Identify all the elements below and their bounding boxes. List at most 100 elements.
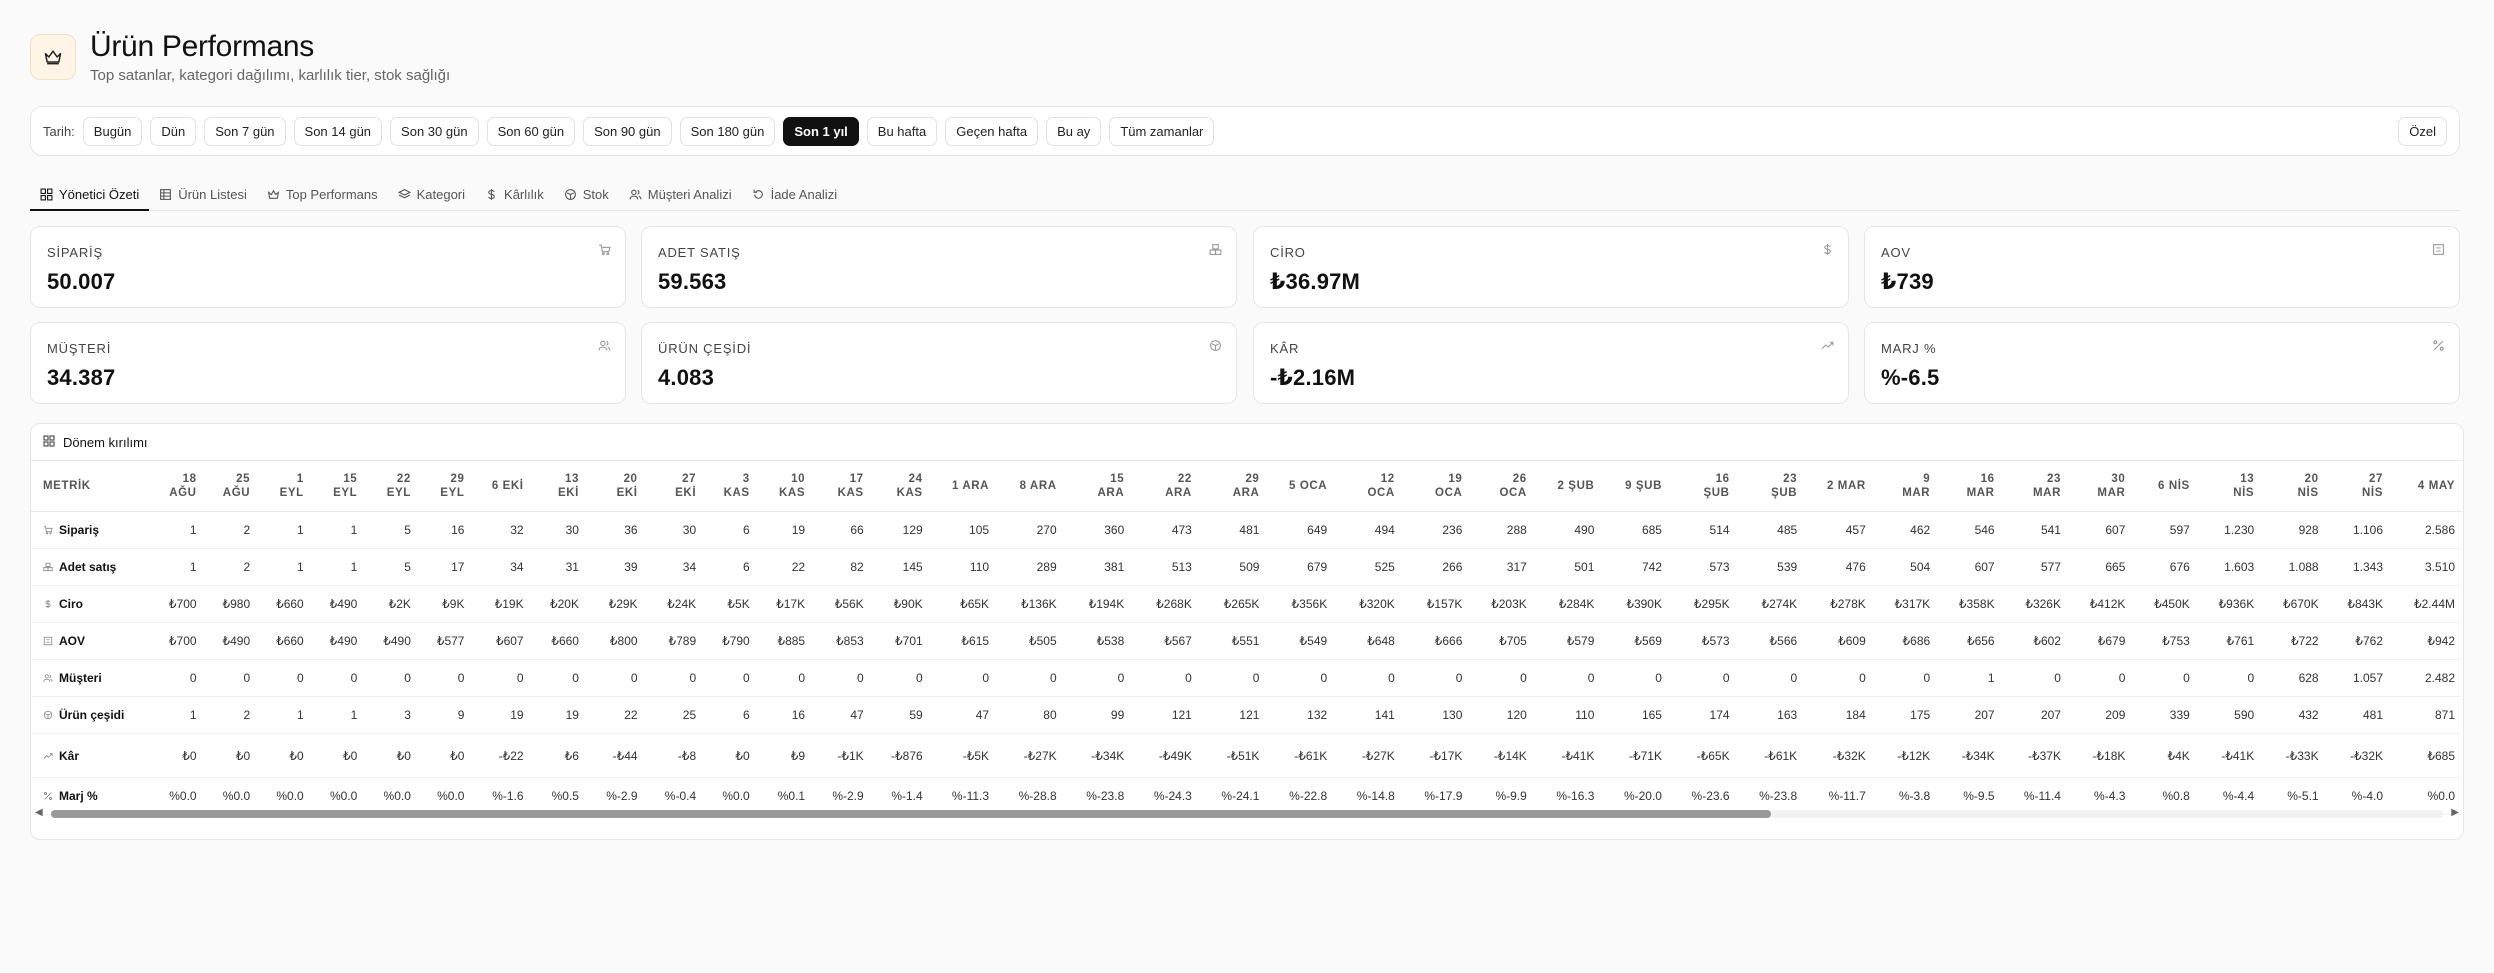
table-cell: 1 bbox=[309, 511, 364, 549]
scroll-thumb[interactable] bbox=[51, 810, 1771, 818]
date-chip-bu-hafta[interactable]: Bu hafta bbox=[866, 116, 938, 146]
period-column-header: 2 ŞUB bbox=[1532, 461, 1601, 512]
table-cell: 34 bbox=[643, 548, 703, 586]
date-chip-son-1-yil[interactable]: Son 1 yıl bbox=[783, 116, 859, 146]
table-cell: 0 bbox=[2066, 659, 2132, 697]
date-chip-son-90-gun[interactable]: Son 90 gün bbox=[583, 116, 672, 146]
table-cell: 130 bbox=[1400, 696, 1469, 734]
tab-karlilik[interactable]: Kârlılık bbox=[475, 180, 554, 209]
table-cell: 0 bbox=[256, 659, 310, 697]
date-chip-son-60-gun[interactable]: Son 60 gün bbox=[486, 116, 576, 146]
date-chip-son-30-gun[interactable]: Son 30 gün bbox=[390, 116, 479, 146]
boxes-icon bbox=[43, 562, 53, 572]
table-cell: 120 bbox=[1468, 696, 1533, 734]
table-cell: 3.510 bbox=[2389, 548, 2461, 586]
table-cell: 0 bbox=[529, 659, 585, 697]
table-cell: ₺789 bbox=[643, 622, 703, 660]
table-cell: 0 bbox=[1265, 659, 1334, 697]
date-chip-son-14-gun[interactable]: Son 14 gün bbox=[293, 116, 383, 146]
table-cell: 236 bbox=[1400, 511, 1469, 549]
tab-urun-listesi[interactable]: Ürün Listesi bbox=[149, 180, 257, 209]
table-cell: -₺5K bbox=[928, 733, 996, 778]
date-chip-bugun[interactable]: Bugün bbox=[82, 116, 143, 146]
table-cell: 2.482 bbox=[2389, 659, 2461, 697]
date-chip-bu-ay[interactable]: Bu ay bbox=[1046, 116, 1102, 146]
table-cell: ₺648 bbox=[1333, 622, 1401, 660]
table-cell: 0 bbox=[470, 659, 530, 697]
kpi-card-urun-cesidi: ÜRÜN ÇEŞİDİ 4.083 bbox=[641, 322, 1237, 404]
table-cell: 30 bbox=[529, 511, 585, 549]
table-cell: 339 bbox=[2131, 696, 2196, 734]
custom-date-button[interactable]: Özel bbox=[2398, 116, 2447, 146]
table-cell: ₺5K bbox=[702, 585, 756, 623]
row-metric-label: Ciro bbox=[31, 585, 149, 623]
table-cell: -₺41K bbox=[1532, 733, 1601, 778]
table-cell: 665 bbox=[2066, 548, 2132, 586]
table-cell: -₺33K bbox=[2260, 733, 2325, 778]
kpi-card-ciro: CİRO ₺36.97M bbox=[1253, 226, 1849, 308]
table-cell: 163 bbox=[1735, 696, 1804, 734]
table-cell: 17 bbox=[416, 548, 471, 586]
table-cell: 121 bbox=[1130, 696, 1198, 734]
tab-stok[interactable]: Stok bbox=[554, 180, 619, 209]
table-cell: -₺32K bbox=[1803, 733, 1872, 778]
table-cell: 0 bbox=[869, 659, 929, 697]
tab-iade-analizi[interactable]: İade Analizi bbox=[742, 180, 848, 209]
tab-musteri-analizi[interactable]: Müşteri Analizi bbox=[619, 180, 742, 209]
package-icon bbox=[43, 710, 53, 720]
period-column-header: 19 OCA bbox=[1400, 461, 1469, 512]
tab-top-performans[interactable]: Top Performans bbox=[257, 180, 388, 209]
period-column-header: 29 EYL bbox=[416, 461, 471, 512]
table-cell: 590 bbox=[2195, 696, 2261, 734]
table-cell: 0 bbox=[643, 659, 703, 697]
table-cell: 110 bbox=[1532, 696, 1601, 734]
table-cell: ₺265K bbox=[1197, 585, 1266, 623]
table-cell: 360 bbox=[1062, 511, 1131, 549]
date-chip-tum-zamanlar[interactable]: Tüm zamanlar bbox=[1109, 116, 1215, 146]
table-cell: -₺37K bbox=[2000, 733, 2067, 778]
date-chip-son-180-gun[interactable]: Son 180 gün bbox=[679, 116, 776, 146]
period-column-header: 24 KAS bbox=[869, 461, 929, 512]
table-cell: 289 bbox=[995, 548, 1063, 586]
table-cell: -₺71K bbox=[1600, 733, 1668, 778]
table-cell: ₺936K bbox=[2195, 585, 2261, 623]
tab-label: Yönetici Özeti bbox=[59, 187, 140, 202]
period-column-header: 1 ARA bbox=[928, 461, 996, 512]
scroll-left-icon[interactable]: ◀ bbox=[35, 807, 43, 818]
horizontal-scrollbar[interactable]: ◀ ▶ bbox=[31, 807, 2463, 819]
table-cell: 2 bbox=[202, 548, 257, 586]
table-cell: 742 bbox=[1600, 548, 1668, 586]
page-subtitle: Top satanlar, kategori dağılımı, karlılı… bbox=[90, 67, 451, 84]
date-chip-dun[interactable]: Dün bbox=[150, 116, 197, 146]
row-metric-label: Müşteri bbox=[31, 659, 149, 697]
table-cell: ₺295K bbox=[1667, 585, 1736, 623]
table-cell: 6 bbox=[702, 696, 756, 734]
table-cell: -₺51K bbox=[1197, 733, 1266, 778]
period-column-header: 12 OCA bbox=[1333, 461, 1401, 512]
table-cell: ₺490 bbox=[309, 585, 364, 623]
date-chip-son-7-gun[interactable]: Son 7 gün bbox=[204, 116, 286, 146]
tab-yonetici-ozeti[interactable]: Yönetici Özeti bbox=[30, 180, 150, 211]
kpi-card-adet-satis: ADET SATIŞ 59.563 bbox=[641, 226, 1237, 308]
kpi-label: ADET SATIŞ bbox=[658, 245, 741, 260]
period-column-header: 3 KAS bbox=[702, 461, 756, 512]
table-cell: 0 bbox=[755, 659, 812, 697]
kpi-label: CİRO bbox=[1270, 245, 1306, 260]
scroll-right-icon[interactable]: ▶ bbox=[2451, 807, 2459, 818]
table-cell: 59 bbox=[869, 696, 929, 734]
table-cell: 1 bbox=[1936, 659, 2001, 697]
table-cell: 485 bbox=[1735, 511, 1804, 549]
table-cell: ₺660 bbox=[529, 622, 585, 660]
table-cell: 0 bbox=[811, 659, 870, 697]
tab-label: Stok bbox=[582, 187, 609, 202]
table-cell: 513 bbox=[1130, 548, 1198, 586]
table-cell: ₺90K bbox=[869, 585, 929, 623]
date-chip-gecen-hafta[interactable]: Geçen hafta bbox=[945, 116, 1039, 146]
crown-icon bbox=[267, 188, 280, 201]
kpi-value: %-6.5 bbox=[1881, 365, 1940, 390]
table-cell: 607 bbox=[1936, 548, 2001, 586]
tab-kategori[interactable]: Kategori bbox=[388, 180, 475, 209]
undo-icon bbox=[752, 188, 765, 201]
table-cell: 145 bbox=[869, 548, 929, 586]
table-cell: -₺41K bbox=[2195, 733, 2261, 778]
